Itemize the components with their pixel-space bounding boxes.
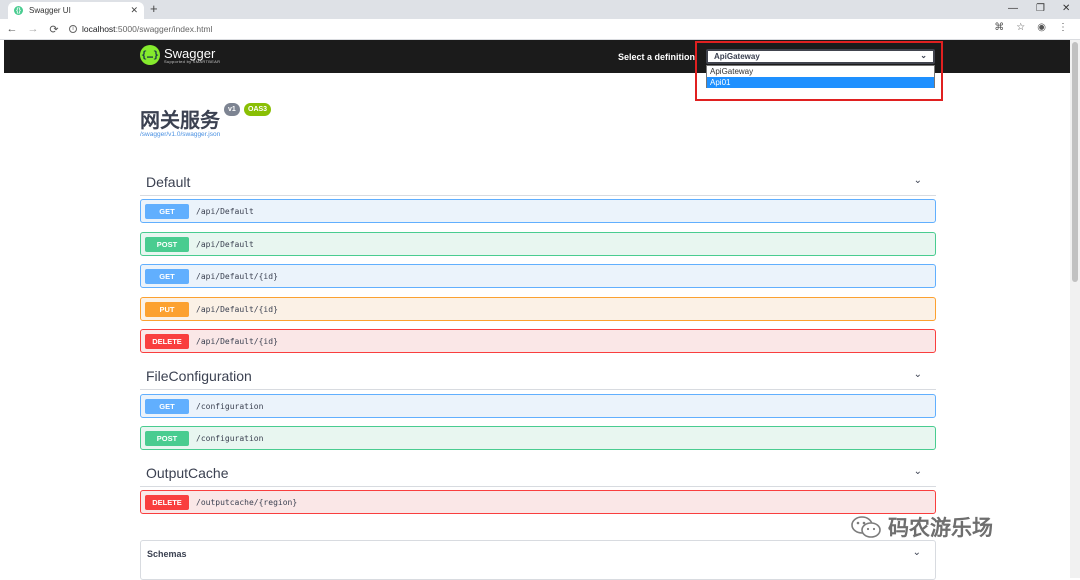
operation-row[interactable]: PUT /api/Default/{id} bbox=[140, 297, 936, 321]
logo-subtitle: Supported by SMARTBEAR bbox=[164, 58, 221, 64]
section-title: Default bbox=[146, 174, 191, 190]
method-badge: DELETE bbox=[145, 333, 189, 349]
watermark-text: 码农游乐场 bbox=[888, 517, 993, 540]
reload-icon[interactable]: ⟳ bbox=[45, 23, 63, 36]
section-title: OutputCache bbox=[146, 465, 229, 481]
section-outputcache[interactable]: OutputCache ⌄ bbox=[140, 459, 936, 487]
close-window-button[interactable]: ✕ bbox=[1062, 3, 1070, 14]
watermark: 码农游乐场 bbox=[850, 512, 993, 542]
site-info-icon[interactable]: i bbox=[69, 25, 77, 33]
browser-toolbar: ← → ⟳ i localhost:5000/swagger/index.htm… bbox=[0, 19, 1080, 40]
version-badge: v1 bbox=[224, 103, 240, 116]
method-badge: PUT bbox=[145, 301, 189, 317]
translate-icon[interactable]: ⌘ bbox=[994, 22, 1004, 33]
section-fileconfiguration[interactable]: FileConfiguration ⌄ bbox=[140, 362, 936, 390]
method-badge: GET bbox=[145, 268, 189, 284]
operation-row[interactable]: DELETE /outputcache/{region} bbox=[140, 490, 936, 514]
definition-label: Select a definition bbox=[618, 52, 696, 62]
swagger-favicon-icon: {} bbox=[14, 6, 23, 15]
operation-path: /configuration bbox=[196, 401, 264, 411]
minimize-button[interactable]: — bbox=[1008, 3, 1018, 14]
operation-row[interactable]: GET /api/Default bbox=[140, 199, 936, 223]
operation-path: /api/Default bbox=[196, 206, 254, 216]
browser-tabstrip: {} Swagger UI ✕ + — ❐ ✕ bbox=[0, 0, 1080, 19]
back-arrow-icon[interactable]: ← bbox=[3, 23, 21, 35]
method-badge: POST bbox=[145, 430, 189, 446]
section-default[interactable]: Default ⌄ bbox=[140, 168, 936, 196]
operation-row[interactable]: GET /configuration bbox=[140, 394, 936, 418]
address-bar[interactable]: i localhost:5000/swagger/index.html bbox=[69, 21, 212, 37]
url-host: localhost bbox=[82, 24, 116, 34]
profile-icon[interactable]: ◉ bbox=[1037, 22, 1046, 33]
url-path: :5000/swagger/index.html bbox=[115, 24, 213, 34]
tab-title: Swagger UI bbox=[29, 6, 71, 15]
schemas-title: Schemas bbox=[147, 549, 187, 559]
api-title: 网关服务 bbox=[140, 110, 220, 132]
chevron-down-icon[interactable]: ⌄ bbox=[914, 369, 922, 380]
forward-arrow-icon[interactable]: → bbox=[24, 23, 42, 35]
toolbar-actions: ⌘ ☆ ◉ ⋮ bbox=[994, 22, 1068, 33]
operation-path: /configuration bbox=[196, 433, 264, 443]
oas-badge: OAS3 bbox=[244, 103, 272, 116]
menu-dots-icon[interactable]: ⋮ bbox=[1058, 22, 1068, 33]
chevron-down-icon[interactable]: ⌄ bbox=[914, 466, 922, 477]
schemas-panel[interactable]: Schemas ⌄ bbox=[140, 540, 936, 580]
maximize-button[interactable]: ❐ bbox=[1036, 3, 1045, 14]
operation-path: /api/Default/{id} bbox=[196, 271, 278, 281]
new-tab-button[interactable]: + bbox=[150, 2, 158, 16]
wechat-icon bbox=[851, 516, 881, 538]
chevron-down-icon[interactable]: ⌄ bbox=[913, 547, 921, 558]
swagger-logo-icon: {…} bbox=[140, 45, 160, 65]
tab-close-icon[interactable]: ✕ bbox=[130, 5, 138, 16]
page-scrollbar[interactable] bbox=[1070, 40, 1080, 578]
browser-tab[interactable]: {} Swagger UI ✕ bbox=[8, 2, 144, 19]
section-title: FileConfiguration bbox=[146, 368, 252, 384]
chevron-down-icon[interactable]: ⌄ bbox=[914, 175, 922, 186]
operation-row[interactable]: GET /api/Default/{id} bbox=[140, 264, 936, 288]
method-badge: GET bbox=[145, 203, 189, 219]
operation-row[interactable]: POST /api/Default bbox=[140, 232, 936, 256]
method-badge: DELETE bbox=[145, 494, 189, 510]
operation-row[interactable]: DELETE /api/Default/{id} bbox=[140, 329, 936, 353]
operation-path: /api/Default bbox=[196, 239, 254, 249]
method-badge: POST bbox=[145, 236, 189, 252]
swagger-json-link[interactable]: /swagger/v1.0/swagger.json bbox=[140, 131, 220, 138]
scrollbar-thumb[interactable] bbox=[1072, 42, 1078, 282]
operation-path: /api/Default/{id} bbox=[196, 304, 278, 314]
method-badge: GET bbox=[145, 398, 189, 414]
operation-row[interactable]: POST /configuration bbox=[140, 426, 936, 450]
highlight-annotation-box bbox=[695, 41, 943, 101]
swagger-logo[interactable]: {…} Swagger Supported by SMARTBEAR bbox=[140, 45, 220, 65]
operation-path: /api/Default/{id} bbox=[196, 336, 278, 346]
operation-path: /outputcache/{region} bbox=[196, 497, 298, 507]
logo-name: Swagger bbox=[164, 45, 216, 61]
bookmark-star-icon[interactable]: ☆ bbox=[1016, 22, 1025, 33]
